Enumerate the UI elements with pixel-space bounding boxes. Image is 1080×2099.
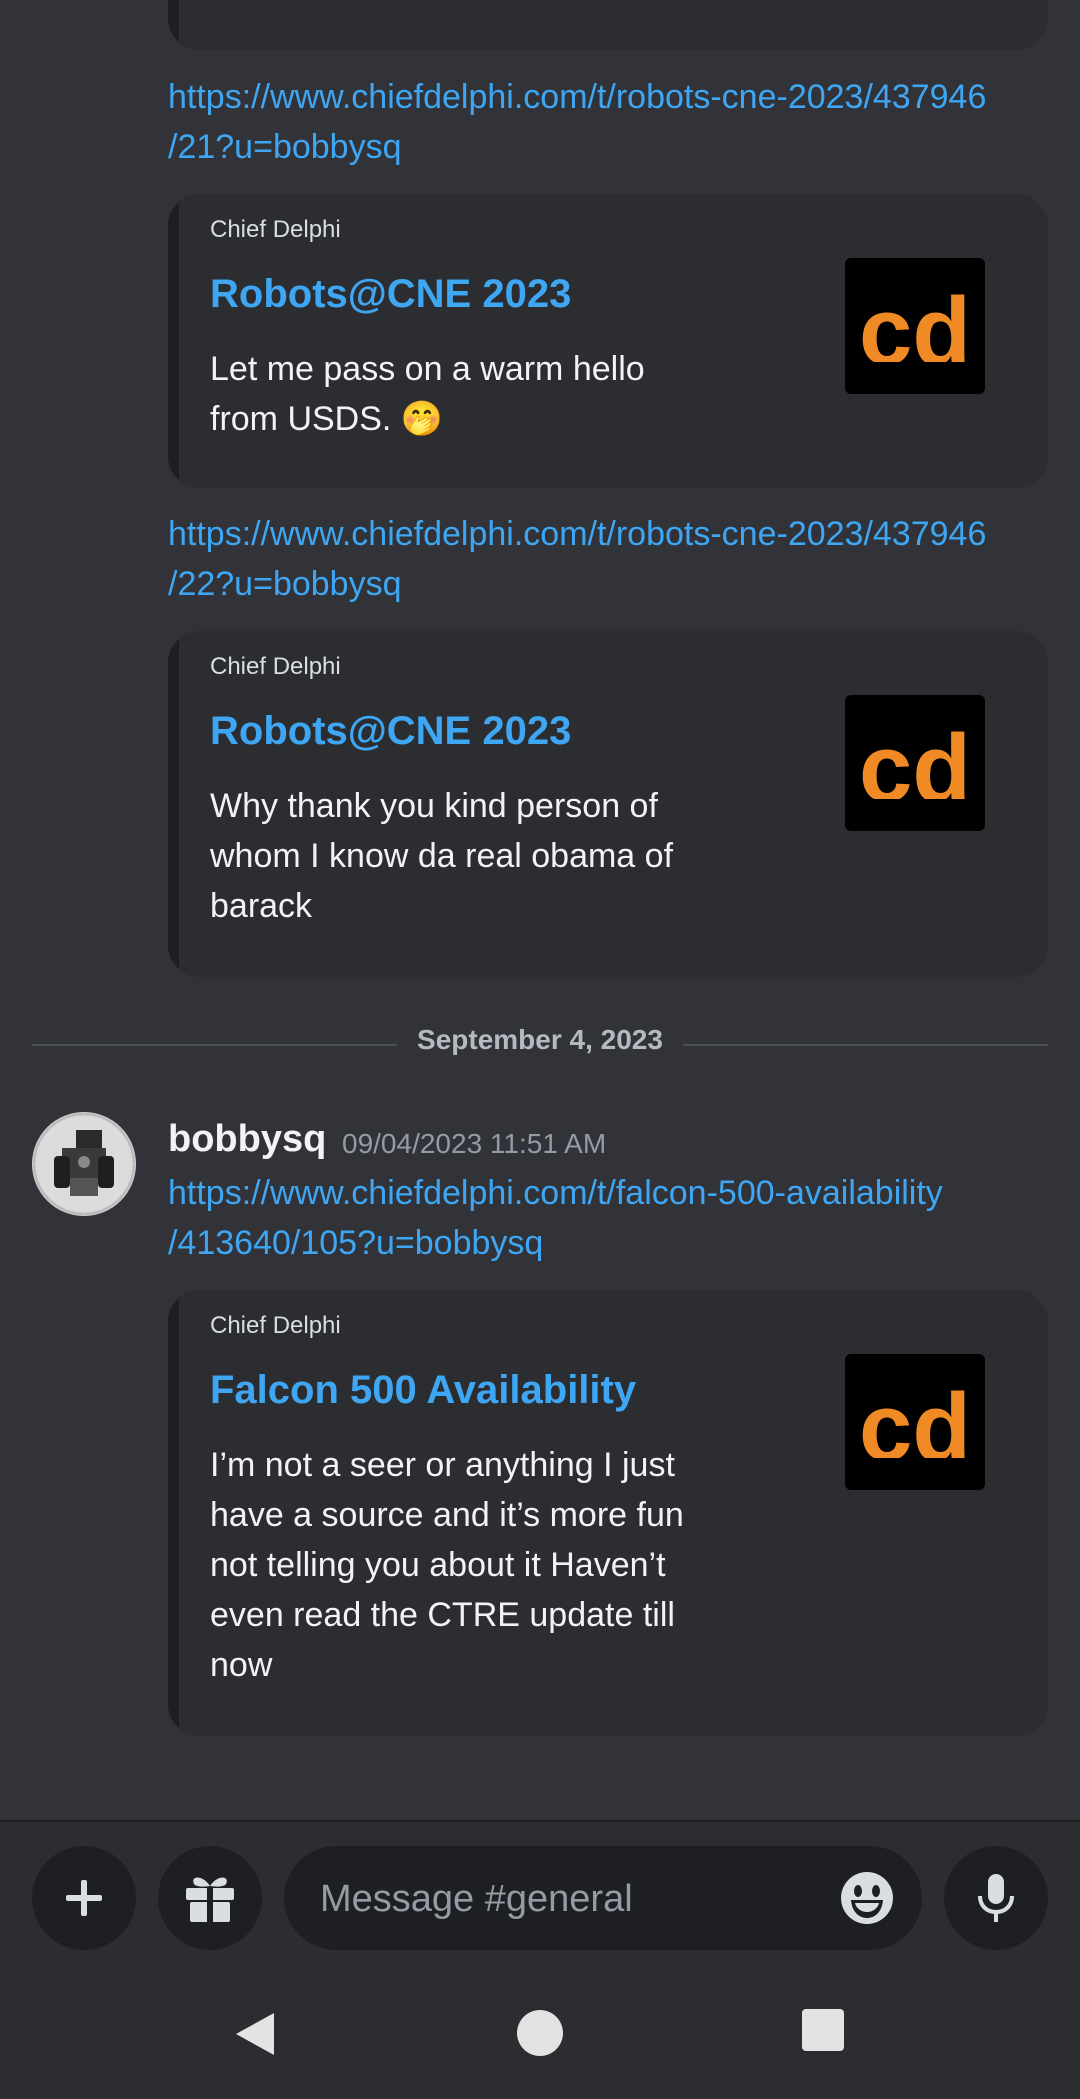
embed-provider: Chief Delphi	[210, 653, 341, 680]
embed-description: Why thank you kind person of whom I know…	[210, 781, 730, 931]
gift-button[interactable]	[158, 1846, 262, 1950]
embed-accent-bar	[168, 194, 179, 488]
voice-message-button[interactable]	[944, 1846, 1048, 1950]
embed-accent-bar	[168, 0, 179, 50]
plus-icon	[66, 1880, 102, 1916]
link-line: /22?u=bobbysq	[168, 565, 402, 603]
gift-icon	[186, 1877, 234, 1922]
link-line: https://www.chiefdelphi.com/t/robots-cne…	[168, 78, 987, 116]
username[interactable]: bobbysq	[168, 1118, 326, 1161]
link-line: /413640/105?u=bobbysq	[168, 1224, 544, 1262]
message-link[interactable]: https://www.chiefdelphi.com/t/robots-cne…	[168, 509, 1058, 609]
chief-delphi-logo-icon[interactable]: cd	[845, 1354, 985, 1490]
microphone-icon	[978, 1874, 1014, 1922]
recents-icon[interactable]	[802, 2009, 844, 2051]
embed-desc-line: whom I know da real obama of	[210, 837, 674, 875]
chief-delphi-logo-icon[interactable]: cd	[845, 258, 985, 394]
embed-desc-line: from USDS. 🤭	[210, 400, 444, 438]
link-line: https://www.chiefdelphi.com/t/robots-cne…	[168, 515, 987, 553]
embed-description: Let me pass on a warm hello from USDS. 🤭	[210, 344, 730, 444]
embed-title[interactable]: Falcon 500 Availability	[210, 1368, 636, 1413]
embed-card-partial	[168, 0, 1048, 50]
embed-accent-bar	[168, 631, 179, 977]
home-icon[interactable]	[516, 2009, 564, 2057]
message-list[interactable]: https://www.chiefdelphi.com/t/robots-cne…	[0, 0, 1080, 1820]
embed-title[interactable]: Robots@CNE 2023	[210, 709, 571, 754]
embed-desc-line: even read the CTRE update till	[210, 1596, 675, 1634]
embed-desc-line: have a source and it’s more fun	[210, 1496, 684, 1534]
embed-desc-line: Let me pass on a warm hello	[210, 350, 645, 388]
embed-provider: Chief Delphi	[210, 216, 341, 243]
message-timestamp: 09/04/2023 11:51 AM	[342, 1128, 607, 1159]
link-line: https://www.chiefdelphi.com/t/falcon-500…	[168, 1174, 943, 1212]
embed-desc-line: Why thank you kind person of	[210, 787, 658, 825]
link-embed-card[interactable]: Chief Delphi Robots@CNE 2023 Why thank y…	[168, 631, 1048, 977]
date-divider-label: September 4, 2023	[397, 1024, 683, 1055]
avatar[interactable]	[32, 1112, 136, 1216]
emoji-icon[interactable]	[839, 1870, 895, 1926]
message-link[interactable]: https://www.chiefdelphi.com/t/falcon-500…	[168, 1168, 1058, 1268]
link-line: /21?u=bobbysq	[168, 128, 402, 166]
embed-desc-line: I’m not a seer or anything I just	[210, 1446, 675, 1484]
message-input-container[interactable]	[284, 1846, 922, 1952]
back-icon[interactable]	[232, 2009, 278, 2059]
embed-accent-bar	[168, 1290, 179, 1736]
embed-description: I’m not a seer or anything I just have a…	[210, 1440, 730, 1690]
embed-desc-line: now	[210, 1646, 273, 1684]
link-embed-card[interactable]: Chief Delphi Falcon 500 Availability I’m…	[168, 1290, 1048, 1736]
message-composer	[0, 1820, 1080, 2099]
embed-title[interactable]: Robots@CNE 2023	[210, 272, 571, 317]
attach-button[interactable]	[32, 1846, 136, 1950]
robot-avatar-icon	[32, 1112, 136, 1216]
embed-desc-line: not telling you about it Haven’t	[210, 1546, 666, 1584]
date-divider: September 4, 2023	[0, 1024, 1080, 1056]
embed-provider: Chief Delphi	[210, 1312, 341, 1339]
embed-desc-line: barack	[210, 887, 313, 925]
chief-delphi-logo-icon[interactable]: cd	[845, 695, 985, 831]
message-input[interactable]	[318, 1846, 802, 1952]
message-link[interactable]: https://www.chiefdelphi.com/t/robots-cne…	[168, 72, 1058, 172]
link-embed-card[interactable]: Chief Delphi Robots@CNE 2023 Let me pass…	[168, 194, 1048, 488]
